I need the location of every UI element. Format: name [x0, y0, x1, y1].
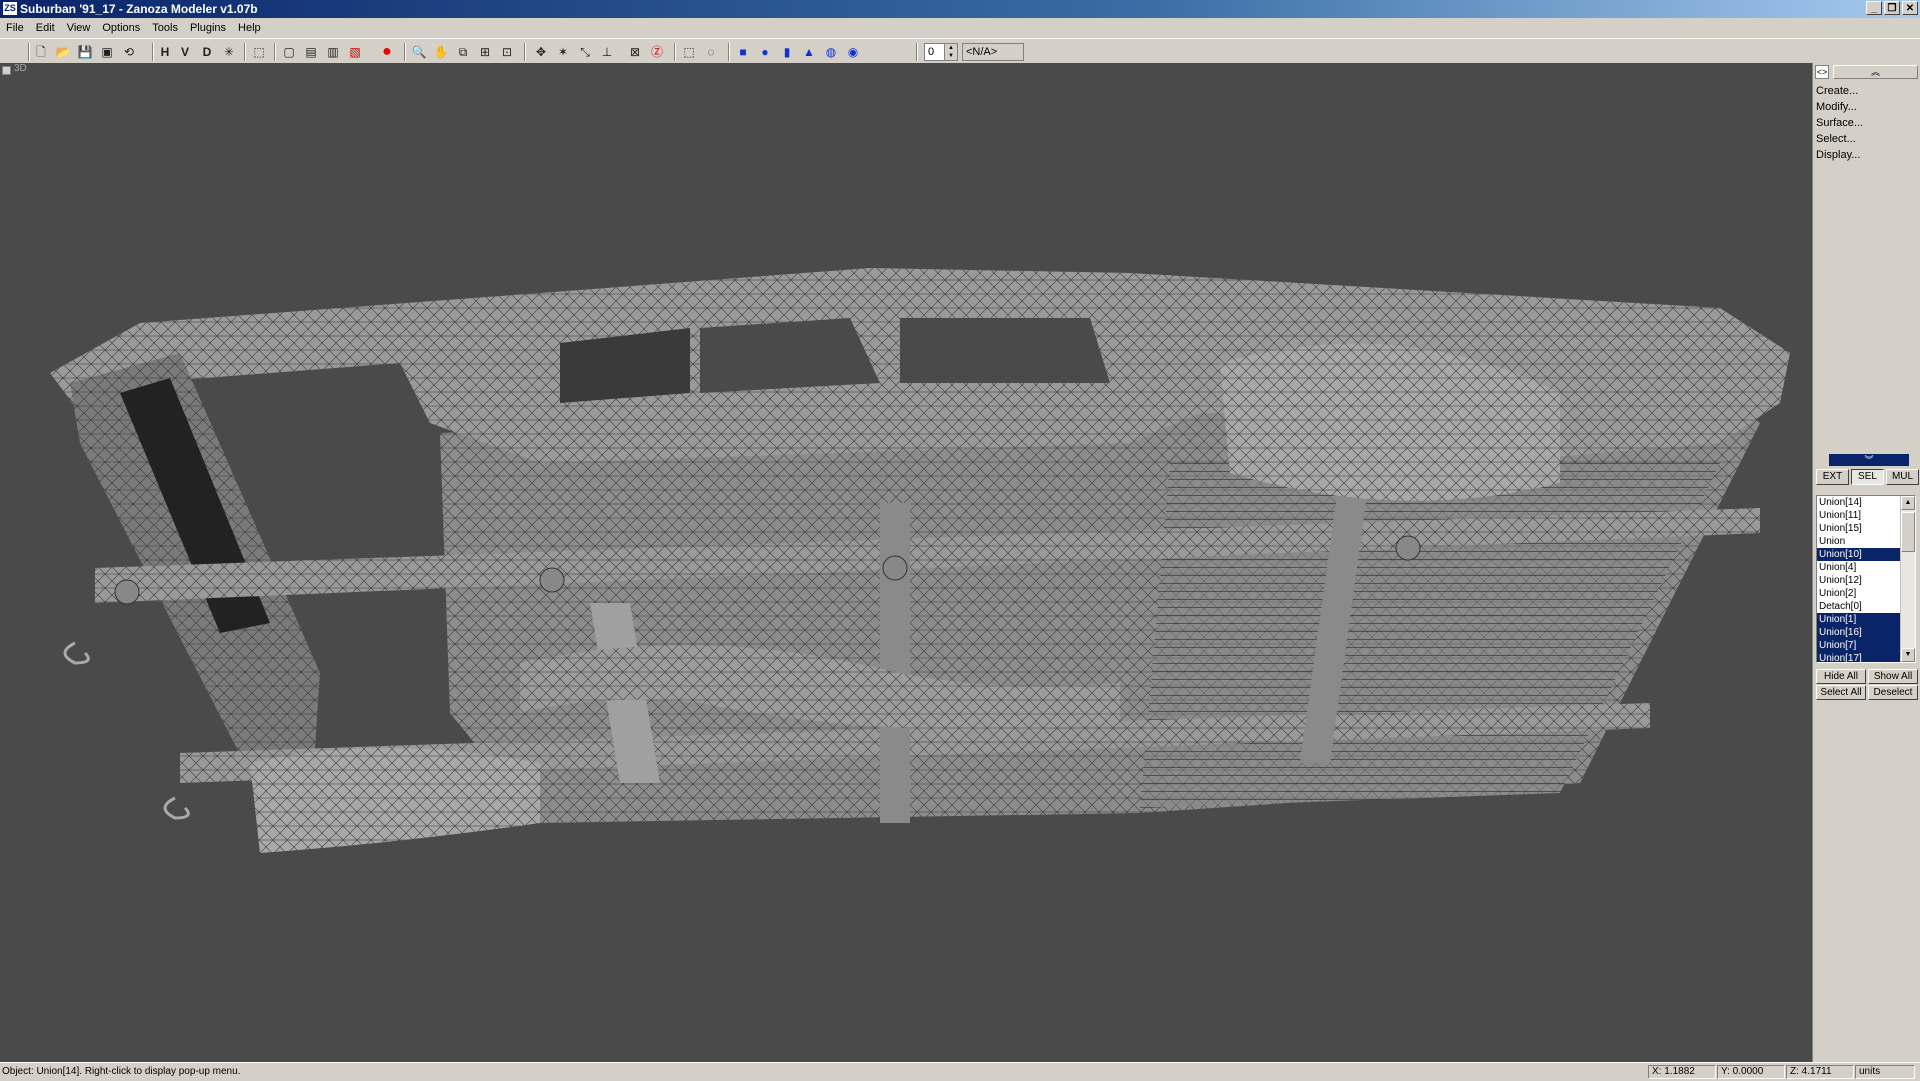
menu-file[interactable]: File: [0, 22, 30, 34]
create-cone-icon[interactable]: ▲: [800, 43, 818, 61]
save-icon[interactable]: 💾: [76, 43, 94, 61]
list-item[interactable]: Union[16]: [1817, 626, 1903, 639]
spinner-value: 0: [928, 46, 935, 58]
zoom-icon[interactable]: 🔍: [410, 43, 428, 61]
panel-scroll-down-icon[interactable]: ︾: [1829, 454, 1909, 466]
restore-button[interactable]: ❐: [1884, 1, 1900, 15]
list-item[interactable]: Union[1]: [1817, 613, 1903, 626]
list-item[interactable]: Union[10]: [1817, 548, 1903, 561]
spinner-arrows-icon[interactable]: ▲ ▼: [944, 44, 957, 60]
box-smooth-icon[interactable]: ▥: [324, 43, 342, 61]
create-sphere-icon[interactable]: ●: [756, 43, 774, 61]
scroll-down-arrow-icon[interactable]: ▼: [1901, 648, 1915, 662]
mode-mul-button[interactable]: MUL: [1886, 469, 1919, 485]
create-cylinder-icon[interactable]: ▮: [778, 43, 796, 61]
select-all-button[interactable]: Select All: [1816, 685, 1866, 700]
move-icon[interactable]: ✥: [532, 43, 550, 61]
menu-plugins[interactable]: Plugins: [184, 22, 232, 34]
select-rect-icon[interactable]: ⬚: [680, 43, 698, 61]
list-item[interactable]: Union[4]: [1817, 561, 1903, 574]
command-select[interactable]: Select...: [1816, 133, 1856, 145]
axis-v-button[interactable]: V: [176, 43, 194, 61]
units-label: units: [1855, 1065, 1915, 1079]
list-item[interactable]: Detach[0]: [1817, 600, 1903, 613]
menu-help[interactable]: Help: [232, 22, 267, 34]
create-box-icon[interactable]: ■: [734, 43, 752, 61]
menu-options[interactable]: Options: [96, 22, 146, 34]
command-surface[interactable]: Surface...: [1816, 117, 1863, 129]
hide-all-button[interactable]: Hide All: [1816, 669, 1866, 684]
select-circle-icon[interactable]: ◌: [702, 43, 720, 61]
title-bar: ZS Suburban '91_17 - Zanoza Modeler v1.0…: [0, 0, 1920, 18]
menu-tools[interactable]: Tools: [146, 22, 184, 34]
create-teapot-icon[interactable]: ◉: [844, 43, 862, 61]
object-combo[interactable]: <N/A>: [962, 43, 1024, 61]
list-item[interactable]: Union[15]: [1817, 522, 1903, 535]
car-underbody-mesh[interactable]: [0, 63, 1812, 1062]
pan-hand-icon[interactable]: ✋: [432, 43, 450, 61]
align-icon[interactable]: ⊠: [626, 43, 644, 61]
render-sphere-icon[interactable]: ●: [378, 43, 396, 61]
value-spinner[interactable]: 0 ▲ ▼: [924, 43, 958, 61]
rotate-view-icon[interactable]: ⧉: [454, 43, 472, 61]
snap-icon[interactable]: ⬚: [250, 43, 268, 61]
list-item[interactable]: Union[12]: [1817, 574, 1903, 587]
create-torus-icon[interactable]: ◍: [822, 43, 840, 61]
list-item[interactable]: Union[14]: [1817, 496, 1903, 509]
deselect-button[interactable]: Deselect: [1868, 685, 1918, 700]
panel-toggle-icon[interactable]: <>: [1815, 65, 1829, 79]
axis-free-icon[interactable]: ✳: [220, 43, 238, 61]
window-title: Suburban '91_17 - Zanoza Modeler v1.07b: [20, 2, 258, 16]
command-panel: <> ︽ Create... Modify... Surface... Sele…: [1812, 63, 1920, 1062]
mode-ext-button[interactable]: EXT: [1816, 469, 1849, 485]
app-icon: ZS: [3, 2, 17, 15]
save-as-icon[interactable]: ▣: [98, 43, 116, 61]
coord-x: X: 1.1882: [1648, 1065, 1716, 1079]
rotate-icon[interactable]: ✶: [554, 43, 572, 61]
list-item[interactable]: Union[2]: [1817, 587, 1903, 600]
status-bar: Object: Union[14]. Right-click to displa…: [0, 1062, 1920, 1081]
zanoza-icon[interactable]: Ⓩ: [648, 43, 666, 61]
list-item[interactable]: Union: [1817, 535, 1903, 548]
panel-scroll-up-icon[interactable]: ︽: [1833, 65, 1918, 79]
command-create[interactable]: Create...: [1816, 85, 1858, 97]
menu-bar: File Edit View Options Tools Plugins Hel…: [0, 18, 1920, 37]
scroll-up-arrow-icon[interactable]: ▲: [1901, 496, 1915, 510]
coord-y: Y: 0.0000: [1717, 1065, 1785, 1079]
object-list-scrollbar[interactable]: ▲ ▼: [1900, 496, 1915, 662]
list-item[interactable]: Union[17]: [1817, 652, 1903, 662]
menu-view[interactable]: View: [61, 22, 97, 34]
main-toolbar: 🗋 📂 💾 ▣ ⟲ H V D ✳ ⬚ ▢ ▤ ▥ ▧ ● 🔍 ✋ ⧉ ⊞ ⊡ …: [0, 38, 1920, 65]
coord-z: Z: 4.1711: [1786, 1065, 1854, 1079]
axis-d-button[interactable]: D: [198, 43, 216, 61]
mode-sel-button[interactable]: SEL: [1851, 469, 1884, 485]
close-button[interactable]: ✕: [1902, 1, 1918, 15]
undo-icon[interactable]: ⟲: [120, 43, 138, 61]
list-item[interactable]: Union[11]: [1817, 509, 1903, 522]
menu-edit[interactable]: Edit: [30, 22, 61, 34]
command-display[interactable]: Display...: [1816, 149, 1860, 161]
list-item[interactable]: Union[7]: [1817, 639, 1903, 652]
box-wire-icon[interactable]: ▢: [280, 43, 298, 61]
command-modify[interactable]: Modify...: [1816, 101, 1857, 113]
axes-icon[interactable]: ⊥: [598, 43, 616, 61]
box-flat-icon[interactable]: ▤: [302, 43, 320, 61]
scroll-thumb[interactable]: [1901, 512, 1915, 552]
minimize-button[interactable]: _: [1866, 1, 1882, 15]
box-textured-icon[interactable]: ▧: [346, 43, 364, 61]
object-list[interactable]: Union[14] Union[11] Union[15] Union Union[10…: [1816, 495, 1916, 663]
zoom-extents-icon[interactable]: ⊡: [498, 43, 516, 61]
zoom-region-icon[interactable]: ⊞: [476, 43, 494, 61]
axis-h-button[interactable]: H: [156, 43, 174, 61]
show-all-button[interactable]: Show All: [1868, 669, 1918, 684]
viewport-3d[interactable]: 3D: [0, 63, 1812, 1062]
status-message: Object: Union[14]. Right-click to displa…: [2, 1066, 241, 1077]
open-file-icon[interactable]: 📂: [54, 43, 72, 61]
scale-icon[interactable]: ⤡: [576, 43, 594, 61]
new-file-icon[interactable]: 🗋: [32, 43, 50, 61]
